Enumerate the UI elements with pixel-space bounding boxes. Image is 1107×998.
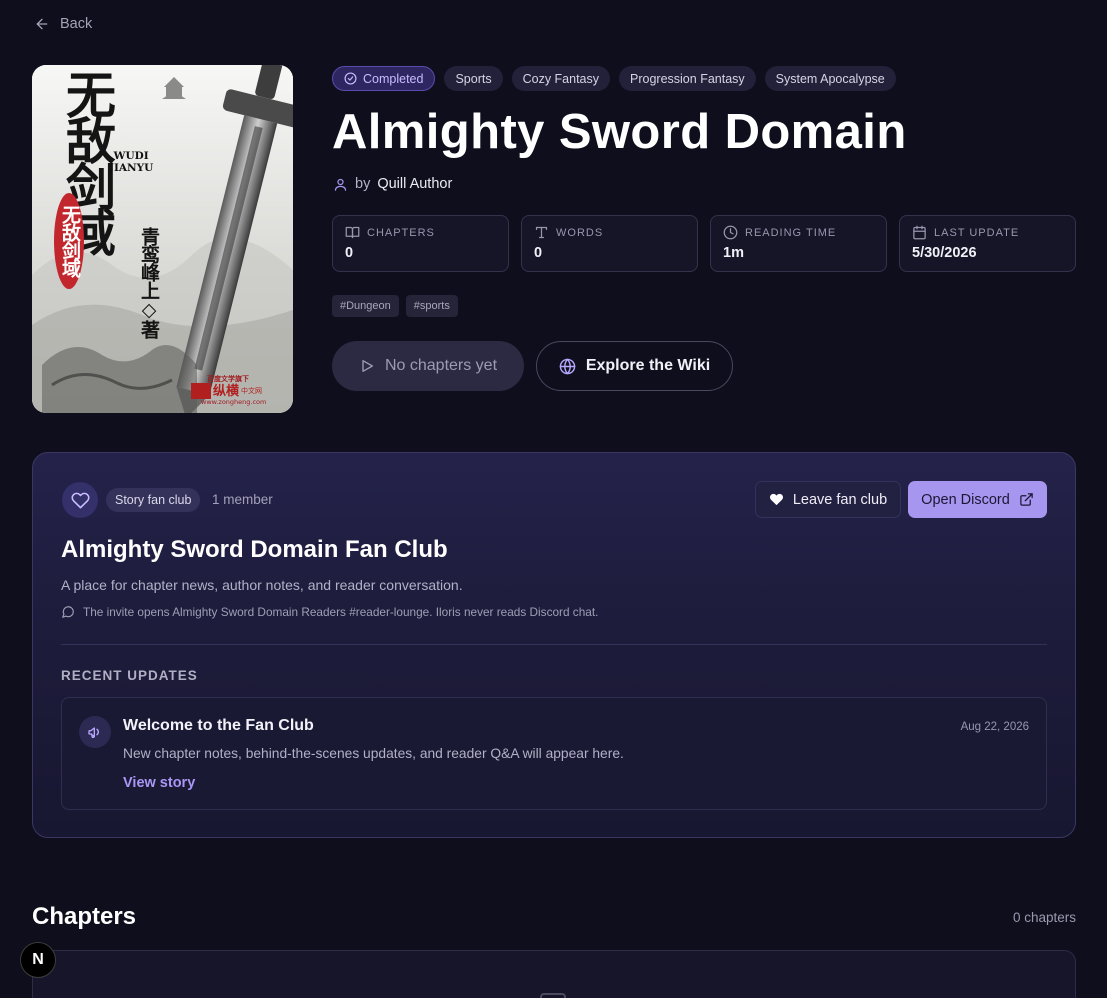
stat-value: 0 bbox=[345, 245, 354, 261]
dev-tools-badge[interactable]: N bbox=[20, 942, 56, 978]
chapters-panel bbox=[32, 950, 1076, 998]
update-title: Welcome to the Fan Club bbox=[123, 717, 314, 734]
heart-icon bbox=[62, 482, 98, 518]
hashtag[interactable]: #Dungeon bbox=[332, 295, 399, 317]
fan-club-badge: Story fan club bbox=[106, 488, 201, 512]
external-link-icon bbox=[1019, 492, 1034, 507]
member-count: 1 member bbox=[212, 492, 273, 507]
stat-chapters: CHAPTERS 0 bbox=[332, 215, 509, 272]
update-date: Aug 22, 2026 bbox=[960, 721, 1029, 733]
view-story-link[interactable]: View story bbox=[123, 775, 195, 791]
message-circle-icon bbox=[61, 605, 75, 619]
publisher-logo bbox=[191, 383, 211, 400]
author-link[interactable]: Quill Author bbox=[377, 176, 452, 192]
stat-reading-time: READING TIME 1m bbox=[710, 215, 887, 272]
clock-icon bbox=[723, 225, 738, 240]
back-label: Back bbox=[60, 16, 93, 32]
explore-wiki-button[interactable]: Explore the Wiki bbox=[536, 341, 733, 391]
check-circle-icon bbox=[344, 72, 357, 85]
cover-seal: 无敌剑域 bbox=[54, 193, 84, 289]
type-icon bbox=[534, 225, 549, 240]
cover-author: 青鸾峰上◇著 bbox=[138, 227, 160, 338]
stat-value: 5/30/2026 bbox=[912, 245, 977, 261]
arrow-left-icon bbox=[34, 16, 50, 32]
genre-chip[interactable]: Cozy Fantasy bbox=[511, 66, 611, 91]
divider bbox=[61, 644, 1047, 645]
megaphone-icon bbox=[79, 716, 111, 748]
stat-value: 0 bbox=[534, 245, 543, 261]
fan-club-description: A place for chapter news, author notes, … bbox=[61, 577, 463, 593]
update-card: Welcome to the Fan Club Aug 22, 2026 New… bbox=[61, 697, 1047, 810]
book-cover: 无敌剑域 无敌剑域 WUDI JIANYU 青鸾峰上◇著 百度文学旗下 纵横 中… bbox=[32, 65, 293, 413]
globe-icon bbox=[559, 358, 576, 375]
book-open-icon bbox=[345, 225, 360, 240]
chapters-heading: Chapters bbox=[32, 903, 137, 930]
tag-chips: Completed Sports Cozy Fantasy Progressio… bbox=[332, 66, 896, 91]
cover-roman-title: WUDI JIANYU bbox=[109, 150, 154, 174]
fan-club-note: The invite opens Almighty Sword Domain R… bbox=[61, 605, 598, 619]
start-reading-button[interactable]: No chapters yet bbox=[332, 341, 524, 391]
play-icon bbox=[359, 358, 375, 374]
calendar-icon bbox=[912, 225, 927, 240]
chapters-count: 0 chapters bbox=[1012, 910, 1076, 925]
cover-publisher: 百度文学旗下 纵横 中文网 www.zongheng.com bbox=[191, 375, 276, 406]
byline: by Quill Author bbox=[333, 176, 452, 192]
genre-chip[interactable]: System Apocalypse bbox=[764, 66, 896, 91]
stat-value: 1m bbox=[723, 245, 744, 261]
heart-filled-icon bbox=[769, 492, 784, 507]
story-title: Almighty Sword Domain bbox=[332, 105, 907, 159]
hashtag-list: #Dungeon #sports bbox=[332, 295, 458, 317]
empty-book-icon bbox=[540, 993, 566, 998]
stat-last-update: LAST UPDATE 5/30/2026 bbox=[899, 215, 1076, 272]
stat-words: WORDS 0 bbox=[521, 215, 698, 272]
genre-chip[interactable]: Sports bbox=[444, 66, 503, 91]
hashtag[interactable]: #sports bbox=[405, 295, 458, 317]
update-body: New chapter notes, behind-the-scenes upd… bbox=[123, 746, 624, 761]
leave-fan-club-button[interactable]: Leave fan club bbox=[755, 481, 901, 518]
fan-club-title: Almighty Sword Domain Fan Club bbox=[61, 536, 448, 563]
genre-chip[interactable]: Progression Fantasy bbox=[619, 66, 756, 91]
user-icon bbox=[333, 177, 348, 192]
open-discord-button[interactable]: Open Discord bbox=[908, 481, 1047, 518]
fan-club-panel: Story fan club 1 member Leave fan club O… bbox=[32, 452, 1076, 838]
by-label: by bbox=[355, 176, 371, 192]
back-link[interactable]: Back bbox=[34, 14, 92, 34]
recent-updates-heading: RECENT UPDATES bbox=[61, 668, 198, 683]
status-badge: Completed bbox=[332, 66, 436, 91]
